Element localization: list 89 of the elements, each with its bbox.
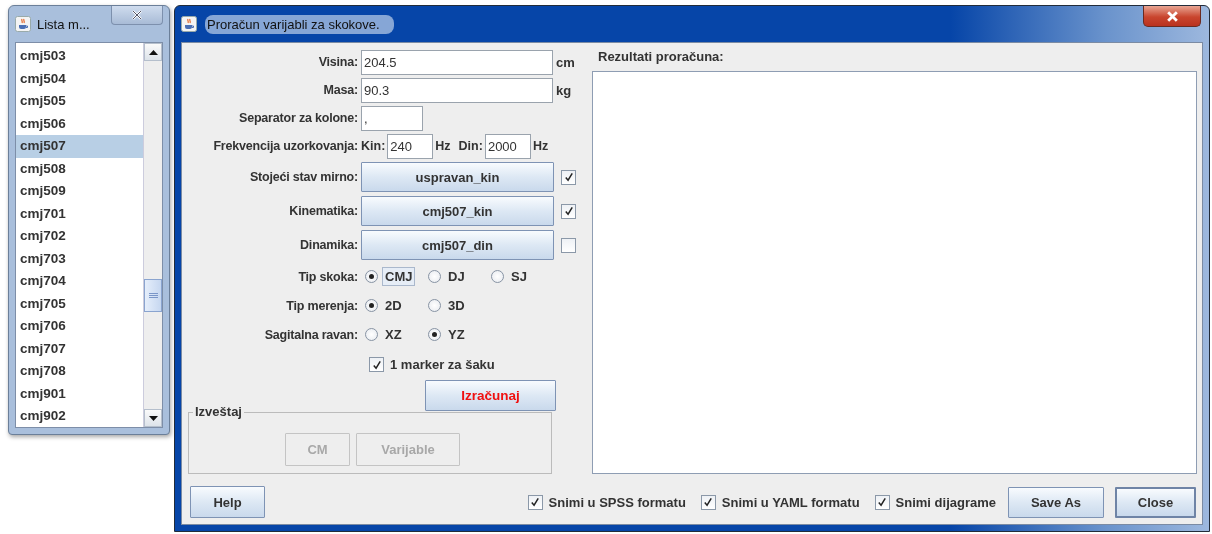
list-item[interactable]: cmj508 <box>16 157 143 180</box>
window-title: Proračun varijabli za skokove. <box>205 14 394 34</box>
radio-button[interactable] <box>491 270 504 283</box>
list-item[interactable]: cmj706 <box>16 315 143 338</box>
text-field[interactable]: 2000 <box>484 133 531 159</box>
option-label[interactable]: DJ <box>445 267 468 286</box>
field-label: Separator za kolone: <box>238 111 359 125</box>
checkbox[interactable] <box>369 357 384 372</box>
checkbox[interactable] <box>561 203 576 219</box>
text-field[interactable]: 240 <box>387 133 434 159</box>
field-label: Tip merenja: <box>285 298 359 313</box>
field-label: Tip skoka: <box>297 269 359 284</box>
list-item[interactable]: cmj506 <box>16 112 143 135</box>
scrollbar-thumb[interactable] <box>144 279 162 312</box>
list-item[interactable]: cmj705 <box>16 292 143 315</box>
list-item[interactable]: cmj704 <box>16 270 143 293</box>
checkbox[interactable] <box>561 237 576 253</box>
scrollbar-track[interactable] <box>143 43 162 427</box>
radio-button[interactable] <box>428 270 441 283</box>
close-button[interactable] <box>1143 6 1201 27</box>
text-field[interactable]: 90.3 <box>361 77 553 103</box>
footer-button[interactable]: Save As <box>1008 486 1104 518</box>
list-item[interactable]: cmj505 <box>16 90 143 113</box>
field-label: Visina: <box>317 55 359 69</box>
option-label[interactable]: SJ <box>508 267 530 286</box>
file-button[interactable]: cmj507_kin <box>361 196 554 226</box>
checkmark-icon <box>529 496 542 508</box>
checkbox-label: Snimi u YAML formatu <box>721 494 860 510</box>
cup-icon <box>181 16 197 32</box>
field-label: Stojeći stav mirno: <box>248 170 359 184</box>
checkbox[interactable] <box>527 494 543 510</box>
list-item[interactable]: cmj509 <box>16 180 143 203</box>
calculate-button[interactable]: Izračunaj <box>425 380 556 411</box>
checkmark-icon <box>876 496 889 508</box>
field-label: Kin: <box>361 139 386 153</box>
footer-button[interactable]: Close <box>1115 486 1196 518</box>
option-label[interactable]: 2D <box>382 296 405 315</box>
list-item[interactable]: cmj503 <box>16 45 143 68</box>
close-icon <box>131 10 143 20</box>
checkbox-label: Snimi u SPSS formatu <box>548 494 686 510</box>
list-item[interactable]: cmj708 <box>16 360 143 383</box>
checkbox[interactable] <box>700 494 716 510</box>
radio-button[interactable] <box>428 328 441 341</box>
field-label: Dinamika: <box>299 238 359 252</box>
option-label[interactable]: CMJ <box>382 267 416 286</box>
down-arrow-icon <box>148 415 158 421</box>
field-label: Frekvencija uzorkovanja: <box>212 139 359 153</box>
list-item[interactable]: cmj507 <box>16 135 143 158</box>
list-item[interactable]: cmj902 <box>16 405 143 427</box>
list-item[interactable]: cmj703 <box>16 247 143 270</box>
unit-label: Hz <box>532 139 549 153</box>
checkbox-label: Snimi dijagrame <box>895 494 996 510</box>
option-label[interactable]: YZ <box>445 325 468 344</box>
unit-label: cm <box>555 54 575 70</box>
field-label: Sagitalna ravan: <box>263 327 359 342</box>
radio-button[interactable] <box>428 299 441 312</box>
option-label[interactable]: XZ <box>382 325 405 344</box>
list-item[interactable]: cmj707 <box>16 337 143 360</box>
list-item[interactable]: cmj901 <box>16 382 143 405</box>
grip-icon <box>148 293 158 298</box>
list-item[interactable]: cmj701 <box>16 202 143 225</box>
checkbox[interactable] <box>874 494 890 510</box>
option-label[interactable]: 3D <box>445 296 468 315</box>
file-button[interactable]: cmj507_din <box>361 230 554 260</box>
checkbox[interactable] <box>561 169 576 185</box>
file-button[interactable]: uspravan_kin <box>361 162 554 192</box>
unit-label: kg <box>555 82 572 98</box>
scroll-down-button[interactable] <box>144 409 162 427</box>
cup-icon <box>15 16 31 32</box>
checkbox-label: 1 marker za šaku <box>390 357 495 372</box>
help-button[interactable]: Help <box>190 486 265 518</box>
window-title: Lista m... <box>37 16 90 32</box>
list-item[interactable]: cmj702 <box>16 225 143 248</box>
group-title: Izveštaj <box>193 404 244 419</box>
text-field[interactable]: 204.5 <box>361 49 553 75</box>
radio-button[interactable] <box>365 328 378 341</box>
scroll-up-button[interactable] <box>144 43 162 61</box>
radio-button[interactable] <box>365 270 378 283</box>
field-label: Masa: <box>322 83 359 97</box>
checkmark-icon <box>702 496 715 508</box>
unit-label: Hz <box>435 139 451 153</box>
results-label: Rezultati proračuna: <box>597 49 725 66</box>
field-label: Din: <box>458 139 483 153</box>
close-icon <box>1165 10 1179 22</box>
text-field[interactable]: , <box>361 105 423 131</box>
field-label: Kinematika: <box>288 204 359 218</box>
radio-button[interactable] <box>365 299 378 312</box>
up-arrow-icon <box>148 49 158 55</box>
list-item[interactable]: cmj504 <box>16 67 143 90</box>
